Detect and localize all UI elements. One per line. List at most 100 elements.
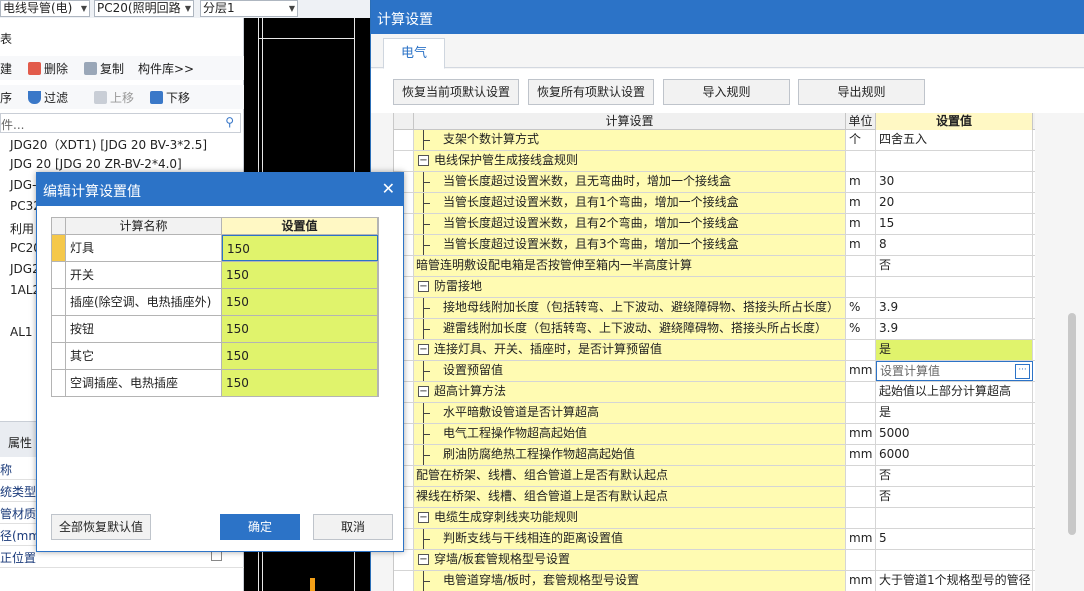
setting-name-cell[interactable]: 避雷线附加长度（包括转弯、上下波动、避绕障碍物、搭接头所占长度） xyxy=(414,319,846,339)
setting-name-cell[interactable]: 电气工程操作物超高起始值 xyxy=(414,424,846,444)
move-down-button[interactable]: 下移 xyxy=(150,89,190,106)
restore-all-button[interactable]: 恢复所有项默认设置 xyxy=(528,79,654,105)
setting-value[interactable]: 否 xyxy=(876,487,1033,507)
dialog-value-input[interactable]: 150 xyxy=(222,235,378,261)
layer-combo[interactable]: 分层1 ▼ xyxy=(200,0,298,17)
dialog-value-input[interactable]: 150 xyxy=(222,289,378,315)
setting-name-cell[interactable]: − 超高计算方法 xyxy=(414,382,846,402)
list-item[interactable]: 利用 xyxy=(10,220,34,237)
setting-value[interactable]: 大于管道1个规格型号的管径 xyxy=(876,571,1033,591)
dialog-value-input[interactable]: 150 xyxy=(222,262,378,288)
setting-value[interactable]: 20 xyxy=(876,193,1033,213)
setting-value[interactable]: 8 xyxy=(876,235,1033,255)
dialog-row[interactable]: 开关 150 xyxy=(52,262,378,289)
sort-button[interactable]: 序 xyxy=(0,89,12,106)
collapse-icon[interactable]: − xyxy=(418,386,429,397)
new-button[interactable]: 建 xyxy=(0,60,12,77)
table-row[interactable]: 刷油防腐绝热工程操作物超高起始值 mm 6000 xyxy=(394,445,1035,466)
setting-value[interactable]: 5 xyxy=(876,529,1033,549)
circuit-combo[interactable]: PC20(照明回路 ▼ xyxy=(94,0,194,17)
dialog-row[interactable]: 灯具 150 xyxy=(52,235,378,262)
setting-value[interactable]: 设置计算值 ··· xyxy=(876,361,1033,381)
collapse-icon[interactable]: − xyxy=(418,344,429,355)
grid-scrollbar[interactable] xyxy=(1065,113,1079,591)
type-combo[interactable]: 电线导管(电) ▼ xyxy=(0,0,90,17)
setting-value[interactable] xyxy=(876,277,1033,297)
setting-name-cell[interactable]: 配管在桥架、线槽、组合管道上是否有默认起点 xyxy=(414,466,846,486)
move-up-button[interactable]: 上移 xyxy=(94,89,134,106)
collapse-icon[interactable]: − xyxy=(418,281,429,292)
setting-value[interactable]: 四舍五入 xyxy=(876,130,1033,150)
table-row[interactable]: − 电线保护管生成接线盒规则 xyxy=(394,151,1035,172)
table-row[interactable]: − 连接灯具、开关、插座时，是否计算预留值 是 xyxy=(394,340,1035,361)
dialog-row[interactable]: 空调插座、电热插座 150 xyxy=(52,370,378,397)
table-row[interactable]: 避雷线附加长度（包括转弯、上下波动、避绕障碍物、搭接头所占长度）% 3.9 xyxy=(394,319,1035,340)
setting-value[interactable]: 是 xyxy=(876,403,1033,423)
setting-name-cell[interactable]: − 电线保护管生成接线盒规则 xyxy=(414,151,846,171)
setting-name-cell[interactable]: 裸线在桥架、线槽、组合管道上是否有默认起点 xyxy=(414,487,846,507)
restore-current-button[interactable]: 恢复当前项默认设置 xyxy=(393,79,519,105)
setting-value[interactable]: 是 xyxy=(876,340,1033,360)
tab-electrical[interactable]: 电气 xyxy=(383,38,445,69)
setting-value[interactable]: 3.9 xyxy=(876,319,1033,339)
table-row[interactable]: 当管长度超过设置米数，且有2个弯曲，增加一个接线盒 m 15 xyxy=(394,214,1035,235)
setting-value[interactable]: 30 xyxy=(876,172,1033,192)
dialog-row[interactable]: 其它 150 xyxy=(52,343,378,370)
library-button[interactable]: 构件库>> xyxy=(138,60,194,77)
setting-value[interactable] xyxy=(876,508,1033,528)
table-row[interactable]: 当管长度超过设置米数，且无弯曲时，增加一个接线盒 m 30 xyxy=(394,172,1035,193)
copy-button[interactable]: 复制 xyxy=(84,60,124,77)
list-item[interactable]: JDG 20 [JDG 20 ZR-BV-2*4.0] xyxy=(10,157,182,171)
table-row[interactable]: − 防雷接地 xyxy=(394,277,1035,298)
setting-value[interactable]: 3.9 xyxy=(876,298,1033,318)
import-rules-button[interactable]: 导入规则 xyxy=(663,79,790,105)
close-icon[interactable]: ✕ xyxy=(382,179,395,198)
table-row[interactable]: 暗管连明敷设配电箱是否按管伸至箱内一半高度计算 否 xyxy=(394,256,1035,277)
setting-value[interactable] xyxy=(876,151,1033,171)
ok-button[interactable]: 确定 xyxy=(220,514,300,540)
table-row[interactable]: 水平暗敷设管道是否计算超高 是 xyxy=(394,403,1035,424)
list-item[interactable]: AL1 xyxy=(10,325,33,339)
list-item[interactable]: JDG- xyxy=(10,178,36,192)
component-search[interactable]: 件... ⚲ xyxy=(0,113,241,133)
table-row[interactable]: 支架个数计算方式 个四舍五入 xyxy=(394,130,1035,151)
setting-name-cell[interactable]: − 电缆生成穿刺线夹功能规则 xyxy=(414,508,846,528)
setting-name-cell[interactable]: 刷油防腐绝热工程操作物超高起始值 xyxy=(414,445,846,465)
setting-name-cell[interactable]: 支架个数计算方式 xyxy=(414,130,846,150)
setting-value[interactable]: 6000 xyxy=(876,445,1033,465)
setting-name-cell[interactable]: 电管道穿墙/板时，套管规格型号设置 xyxy=(414,571,846,591)
table-row[interactable]: − 超高计算方法 起始值以上部分计算超高 xyxy=(394,382,1035,403)
search-icon[interactable]: ⚲ xyxy=(225,115,234,129)
list-item[interactable]: JDG20（XDT1) [JDG 20 BV-3*2.5] xyxy=(10,136,207,153)
delete-button[interactable]: 删除 xyxy=(28,60,68,77)
setting-name-cell[interactable]: − 连接灯具、开关、插座时，是否计算预留值 xyxy=(414,340,846,360)
setting-name-cell[interactable]: 判断支线与干线相连的距离设置值 xyxy=(414,529,846,549)
collapse-icon[interactable]: − xyxy=(418,512,429,523)
restore-defaults-button[interactable]: 全部恢复默认值 xyxy=(51,514,151,540)
setting-name-cell[interactable]: 当管长度超过设置米数，且有1个弯曲，增加一个接线盒 xyxy=(414,193,846,213)
setting-name-cell[interactable]: 当管长度超过设置米数，且有2个弯曲，增加一个接线盒 xyxy=(414,214,846,234)
setting-name-cell[interactable]: 接地母线附加长度（包括转弯、上下波动、避绕障碍物、搭接头所占长度） xyxy=(414,298,846,318)
dialog-value-input[interactable]: 150 xyxy=(222,343,378,369)
export-rules-button[interactable]: 导出规则 xyxy=(798,79,925,105)
collapse-icon[interactable]: − xyxy=(418,155,429,166)
setting-name-cell[interactable]: 暗管连明敷设配电箱是否按管伸至箱内一半高度计算 xyxy=(414,256,846,276)
ellipsis-icon[interactable]: ··· xyxy=(1015,364,1030,379)
setting-name-cell[interactable]: − 防雷接地 xyxy=(414,277,846,297)
collapse-icon[interactable]: − xyxy=(418,554,429,565)
setting-value[interactable]: 起始值以上部分计算超高 xyxy=(876,382,1033,402)
table-row[interactable]: 配管在桥架、线槽、组合管道上是否有默认起点 否 xyxy=(394,466,1035,487)
dialog-value-input[interactable]: 150 xyxy=(222,316,378,342)
setting-name-cell[interactable]: 水平暗敷设管道是否计算超高 xyxy=(414,403,846,423)
setting-value[interactable]: 15 xyxy=(876,214,1033,234)
setting-name-cell[interactable]: 设置预留值 xyxy=(414,361,846,381)
dialog-row[interactable]: 插座(除空调、电热插座外) 150 xyxy=(52,289,378,316)
cancel-button[interactable]: 取消 xyxy=(313,514,393,540)
setting-value[interactable]: 5000 xyxy=(876,424,1033,444)
table-row[interactable]: − 电缆生成穿刺线夹功能规则 xyxy=(394,508,1035,529)
table-row[interactable]: 当管长度超过设置米数，且有3个弯曲，增加一个接线盒 m 8 xyxy=(394,235,1035,256)
setting-name-cell[interactable]: 当管长度超过设置米数，且无弯曲时，增加一个接线盒 xyxy=(414,172,846,192)
table-row[interactable]: 设置预留值 mm 设置计算值 ··· xyxy=(394,361,1035,382)
table-row[interactable]: − 穿墙/板套管规格型号设置 xyxy=(394,550,1035,571)
setting-value[interactable]: 否 xyxy=(876,466,1033,486)
